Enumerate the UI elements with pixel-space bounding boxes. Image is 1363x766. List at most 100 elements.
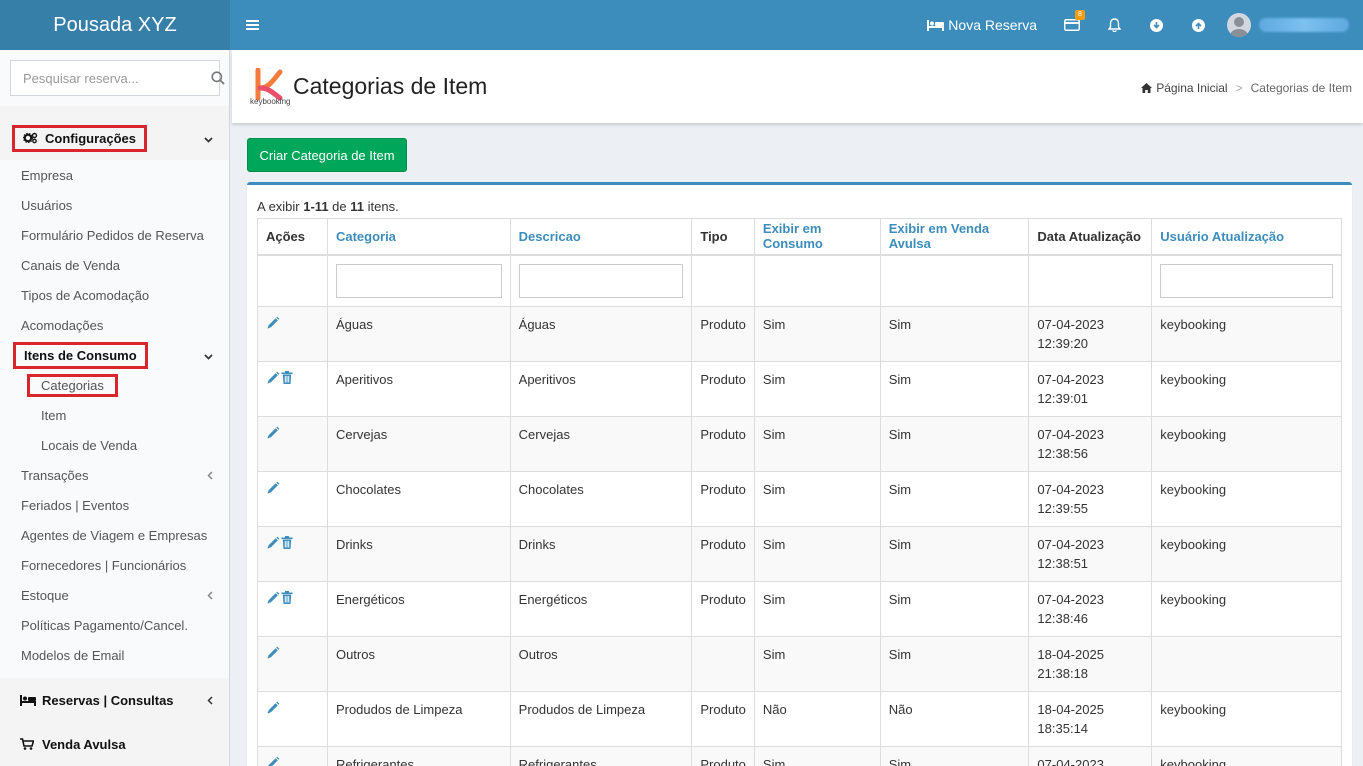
cell-categoria: Chocolates <box>326 471 511 527</box>
sidebar-item-label: Categorias <box>27 373 118 397</box>
col-header-exibir-consumo[interactable]: Exibir em Consumo <box>753 218 881 256</box>
pencil-icon[interactable] <box>266 701 280 715</box>
filter-categoria-input[interactable] <box>335 263 502 298</box>
sidebar-item-feriados[interactable]: Feriados | Eventos <box>0 490 229 520</box>
col-header-exibir-venda[interactable]: Exibir em Venda Avulsa <box>879 218 1030 256</box>
cell-exibir-venda: Sim <box>879 581 1030 637</box>
sidebar-item-usuarios[interactable]: Usuários <box>0 190 229 220</box>
trash-icon[interactable] <box>281 371 293 384</box>
actions-cell <box>257 306 328 362</box>
cell-date: 07-04-2023 <box>1037 757 1104 766</box>
sidebar-item-estoque[interactable]: Estoque <box>0 580 229 610</box>
sidebar-separator <box>0 106 229 116</box>
cell-time: 12:39:55 <box>1037 501 1089 516</box>
filter-usuario-input[interactable] <box>1160 263 1333 298</box>
breadcrumb-home-link[interactable]: Página Inicial <box>1156 81 1227 95</box>
pencil-icon[interactable] <box>266 646 280 660</box>
cell-time: 21:38:18 <box>1037 666 1089 681</box>
cell-exibir-consumo: Sim <box>753 746 881 766</box>
sidebar-item-tipos-acomodacao[interactable]: Tipos de Acomodação <box>0 280 229 310</box>
sidebar-item-modelos-email[interactable]: Modelos de Email <box>0 640 229 670</box>
trash-icon[interactable] <box>281 536 293 549</box>
page-title: Categorias de Item <box>293 73 488 99</box>
pencil-icon[interactable] <box>266 536 280 550</box>
sidebar-item-acomodacoes[interactable]: Acomodações <box>0 310 229 340</box>
pencil-icon[interactable] <box>266 316 280 330</box>
pencil-icon[interactable] <box>266 481 280 495</box>
col-header-categoria[interactable]: Categoria <box>326 218 511 256</box>
cell-data: 07-04-2023 12:38:56 <box>1028 416 1153 472</box>
filter-cell <box>879 254 1030 307</box>
col-header-usuario[interactable]: Usuário Atualização <box>1151 218 1342 256</box>
table-row: Refrigerantes Refrigerantes Produto Sim Sim 0… <box>257 746 1342 766</box>
row-actions <box>266 480 319 495</box>
cell-descricao: Energéticos <box>509 581 693 637</box>
sidebar-item-venda-avulsa[interactable]: Venda Avulsa <box>0 722 229 766</box>
sidebar-item-item[interactable]: Item <box>0 400 229 430</box>
pencil-icon[interactable] <box>266 591 280 605</box>
cell-date: 07-04-2023 <box>1037 317 1104 332</box>
cell-exibir-venda: Sim <box>879 746 1030 766</box>
actions-cell <box>257 526 328 582</box>
table-row: Outros Outros Sim Sim 18-04-2025 21:38:18 <box>257 636 1342 692</box>
col-header-tipo: Tipo <box>691 218 755 256</box>
table-row: Produdos de Limpeza Produdos de Limpeza Pr… <box>257 691 1342 747</box>
notifications-button[interactable] <box>1093 0 1135 50</box>
trash-icon[interactable] <box>281 591 293 604</box>
content-header: keybooking Categorias de Item Página Ini… <box>232 50 1363 123</box>
sidebar-item-formulario-pedidos[interactable]: Formulário Pedidos de Reserva <box>0 220 229 250</box>
sidebar-item-categorias[interactable]: Categorias <box>0 370 229 400</box>
payments-button[interactable]: 8 <box>1051 0 1093 50</box>
cell-exibir-consumo: Sim <box>753 471 881 527</box>
pencil-icon[interactable] <box>266 426 280 440</box>
user-name-redacted[interactable] <box>1259 18 1349 32</box>
cell-date: 07-04-2023 <box>1037 427 1104 442</box>
actions-cell <box>257 746 328 766</box>
search-icon <box>211 71 225 85</box>
sidebar-item-itens-consumo[interactable]: Itens de Consumo <box>0 340 229 370</box>
cell-usuario: keybooking <box>1151 691 1342 747</box>
cell-data: 07-04-2023 12:38:51 <box>1028 526 1153 582</box>
sidebar-item-politicas[interactable]: Políticas Pagamento/Cancel. <box>0 610 229 640</box>
create-category-button[interactable]: Criar Categoria de Item <box>247 138 407 172</box>
user-avatar[interactable] <box>1227 13 1251 37</box>
cell-date: 07-04-2023 <box>1037 372 1104 387</box>
search-button[interactable] <box>211 61 225 95</box>
sidebar-item-fornecedores[interactable]: Fornecedores | Funcionários <box>0 550 229 580</box>
top-navbar: Pousada XYZ Nova Reserva 8 <box>0 0 1363 50</box>
new-reservation-link[interactable]: Nova Reserva <box>913 0 1051 50</box>
table-row: Cervejas Cervejas Produto Sim Sim 07-04-2023 1… <box>257 416 1342 472</box>
bed-icon <box>20 694 36 706</box>
breadcrumb-separator: > <box>1235 81 1243 95</box>
pencil-icon[interactable] <box>266 756 280 766</box>
sidebar-toggle-button[interactable] <box>230 0 274 50</box>
sidebar-item-reservas[interactable]: Reservas | Consultas <box>0 678 229 722</box>
cell-categoria: Outros <box>326 636 511 692</box>
cell-tipo: Produto <box>691 471 755 527</box>
pencil-icon[interactable] <box>266 371 280 385</box>
cell-exibir-venda: Sim <box>879 416 1030 472</box>
download-circle-icon <box>1149 18 1163 32</box>
bell-icon <box>1107 18 1121 32</box>
col-header-descricao[interactable]: Descricao <box>509 218 693 256</box>
row-actions <box>266 535 319 550</box>
download-button[interactable] <box>1135 0 1177 50</box>
upload-button[interactable] <box>1177 0 1219 50</box>
breadcrumb-current: Categorias de Item <box>1250 81 1352 95</box>
cell-time: 12:38:51 <box>1037 556 1089 571</box>
sidebar-item-empresa[interactable]: Empresa <box>0 160 229 190</box>
sidebar-item-canais-venda[interactable]: Canais de Venda <box>0 250 229 280</box>
actions-cell <box>257 416 328 472</box>
sidebar-item-transacoes[interactable]: Transações <box>0 460 229 490</box>
bed-icon <box>927 20 945 31</box>
brand-logo[interactable]: Pousada XYZ <box>0 0 230 50</box>
user-icon <box>1230 17 1248 37</box>
sidebar-item-agentes-viagem[interactable]: Agentes de Viagem e Empresas <box>0 520 229 550</box>
sidebar-item-configuracoes[interactable]: Configurações <box>0 116 229 160</box>
reservation-search-input[interactable] <box>11 61 211 95</box>
cell-time: 18:35:14 <box>1037 721 1089 736</box>
categories-grid-box: A exibir 1-11 de 11 itens. Ações Categor… <box>247 182 1352 766</box>
sidebar-item-locais-venda[interactable]: Locais de Venda <box>0 430 229 460</box>
cell-data: 07-04-2023 12:38:46 <box>1028 581 1153 637</box>
filter-descricao-input[interactable] <box>518 263 684 298</box>
